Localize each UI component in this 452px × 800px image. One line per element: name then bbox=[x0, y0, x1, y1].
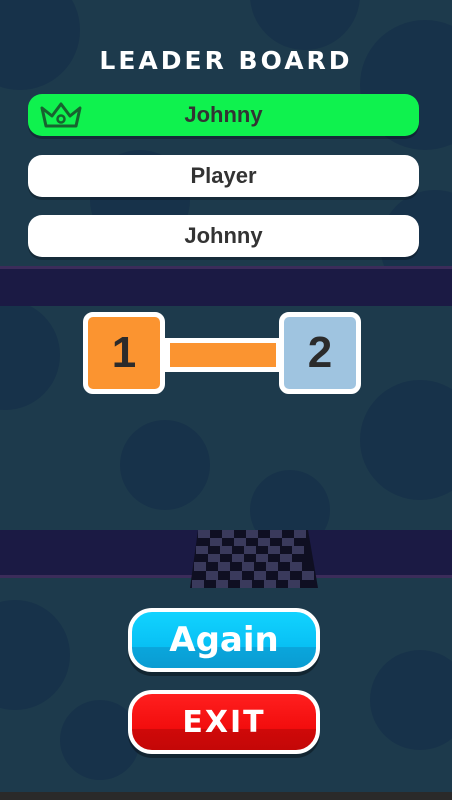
leaderboard-title: LEADER BOARD bbox=[99, 46, 353, 75]
current-level-number: 1 bbox=[111, 328, 137, 377]
track-band-top bbox=[0, 266, 452, 306]
leaderboard-name: Player bbox=[190, 163, 257, 188]
leaderboard-name: Johnny bbox=[184, 102, 263, 127]
bottom-bar bbox=[0, 792, 452, 800]
crown-icon bbox=[40, 102, 82, 128]
leaderboard-name: Johnny bbox=[184, 223, 263, 248]
leaderboard-row-1: Johnny bbox=[28, 94, 419, 136]
leaderboard-row-2: Player bbox=[28, 155, 419, 197]
exit-button-label: EXIT bbox=[182, 704, 266, 740]
level-progress-bar bbox=[165, 338, 281, 372]
finish-line-flag bbox=[190, 530, 318, 588]
current-level-box: 1 bbox=[83, 312, 165, 394]
track-edge-top bbox=[0, 266, 452, 269]
exit-button[interactable]: EXIT bbox=[128, 690, 320, 754]
next-level-box: 2 bbox=[279, 312, 361, 394]
again-button[interactable]: Again bbox=[128, 608, 320, 672]
next-level-number: 2 bbox=[307, 328, 333, 377]
leaderboard-row-3: Johnny bbox=[28, 215, 419, 257]
again-button-label: Again bbox=[169, 620, 279, 660]
